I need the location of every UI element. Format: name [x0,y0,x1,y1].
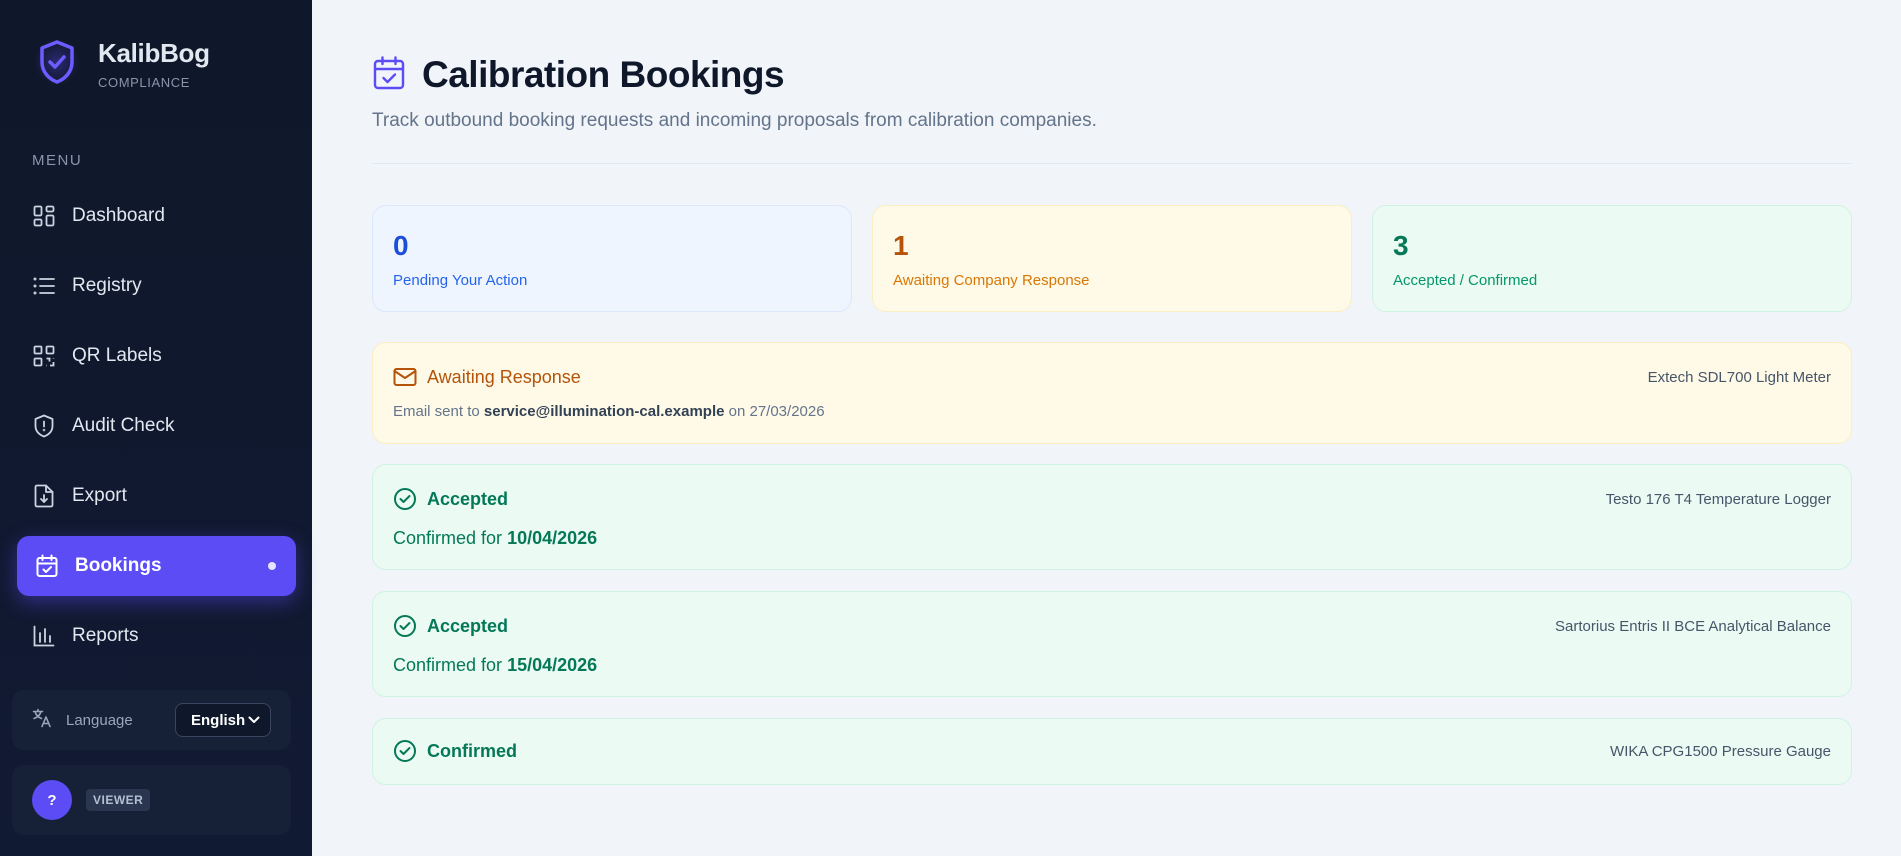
booking-card[interactable]: Awaiting Response Extech SDL700 Light Me… [372,342,1852,444]
sidebar-item-reports[interactable]: Reports [17,606,296,666]
stat-value: 1 [893,230,909,261]
shield-check-logo-icon [34,34,80,90]
confirmed-date: 10/04/2026 [507,528,598,548]
calendar-check-icon [35,554,59,578]
email-sent-date: 27/03/2026 [749,403,825,420]
calendar-check-icon [372,55,406,96]
confirmed-prefix: Confirmed for [393,655,503,675]
booking-confirmation: Confirmed for 10/04/2026 [393,528,1831,549]
brand[interactable]: KalibBog COMPLIANCE [34,34,210,90]
booking-email-info: Email sent to service@illumination-cal.e… [393,403,1831,420]
bar-chart-icon [32,624,56,648]
language-select[interactable]: English [175,703,271,737]
menu-heading: MENU [32,152,83,169]
stat-card-awaiting[interactable]: 1 Awaiting Company Response [872,205,1352,312]
sidebar-item-registry[interactable]: Registry [17,256,296,316]
stats-row: 0 Pending Your Action 1 Awaiting Company… [372,205,1852,312]
sidebar-item-label: Registry [72,275,142,296]
booking-card[interactable]: Confirmed WIKA CPG1500 Pressure Gauge [372,718,1852,785]
brand-subtitle: COMPLIANCE [98,75,190,90]
booking-card[interactable]: Accepted Sartorius Entris II BCE Analyti… [372,591,1852,697]
active-indicator-dot [268,562,276,570]
email-sent-on: on [728,403,746,420]
sidebar-item-label: Audit Check [72,415,175,436]
booking-device: Sartorius Entris II BCE Analytical Balan… [1555,617,1831,635]
sidebar-item-bookings[interactable]: Bookings [17,536,296,596]
sidebar: KalibBog COMPLIANCE MENU Dashboard Regis… [0,0,312,856]
booking-device: WIKA CPG1500 Pressure Gauge [1610,742,1831,760]
booking-card[interactable]: Accepted Testo 176 T4 Temperature Logger… [372,464,1852,570]
confirmed-prefix: Confirmed for [393,528,503,548]
role-badge: VIEWER [86,789,151,811]
stat-label: Accepted / Confirmed [1393,272,1538,289]
language-selected-value: English [191,711,246,729]
sidebar-item-export[interactable]: Export [17,466,296,526]
chevron-down-icon [248,716,260,723]
header-divider [372,163,1852,164]
language-label: Language [66,711,133,729]
page-subtitle: Track outbound booking requests and inco… [372,110,1097,131]
translate-icon [32,708,52,733]
booking-confirmation: Confirmed for 15/04/2026 [393,655,1831,676]
user-profile[interactable]: ? VIEWER [12,765,291,835]
sidebar-item-dashboard[interactable]: Dashboard [17,186,296,246]
sidebar-item-label: Reports [72,625,139,646]
booking-status: Accepted [427,488,509,509]
stat-value: 3 [1393,230,1409,261]
sidebar-item-label: Export [72,485,127,506]
check-circle-icon [393,487,417,511]
sidebar-item-audit-check[interactable]: Audit Check [17,396,296,456]
confirmed-date: 15/04/2026 [507,655,598,675]
sidebar-nav: Dashboard Registry QR Labels Audit Check… [17,186,296,676]
booking-email: service@illumination-cal.example [483,403,725,420]
check-circle-icon [393,614,417,638]
dashboard-icon [32,204,56,228]
shield-alert-icon [32,414,56,438]
booking-device: Testo 176 T4 Temperature Logger [1605,490,1831,508]
stat-label: Pending Your Action [393,272,528,289]
brand-name: KalibBog [98,38,210,68]
file-download-icon [32,484,56,508]
sidebar-item-label: QR Labels [72,345,162,366]
list-icon [32,274,56,298]
stat-card-accepted[interactable]: 3 Accepted / Confirmed [1372,205,1852,312]
stat-value: 0 [393,230,409,261]
booking-device: Extech SDL700 Light Meter [1647,368,1831,386]
page-title: Calibration Bookings [422,54,785,95]
sidebar-item-label: Dashboard [72,205,165,226]
check-circle-icon [393,739,417,763]
stat-label: Awaiting Company Response [893,272,1090,289]
booking-status: Confirmed [427,740,517,761]
email-sent-prefix: Email sent to [393,403,480,420]
language-selector: Language English [12,690,291,750]
sidebar-item-label: Bookings [75,555,162,576]
booking-status: Accepted [427,615,509,636]
booking-status: Awaiting Response [427,366,581,387]
avatar[interactable]: ? [32,780,72,820]
stat-card-pending[interactable]: 0 Pending Your Action [372,205,852,312]
sidebar-item-qr-labels[interactable]: QR Labels [17,326,296,386]
page-header: Calibration Bookings Track outbound book… [372,54,1852,132]
main-content: Calibration Bookings Track outbound book… [312,0,1901,856]
mail-icon [393,365,417,389]
qr-code-icon [32,344,56,368]
